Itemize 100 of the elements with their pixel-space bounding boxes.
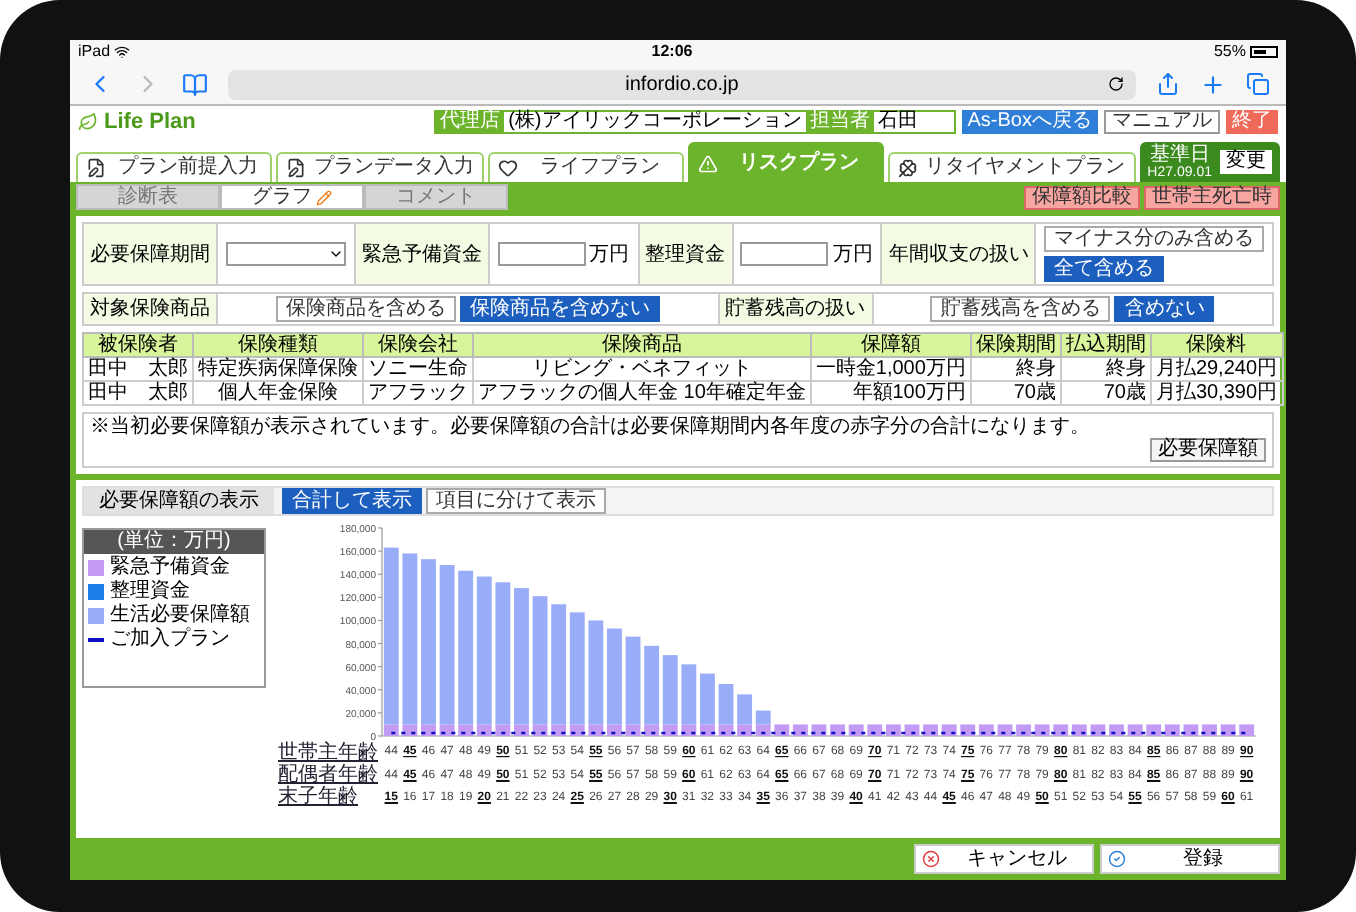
table-cell: 70歳 <box>1060 381 1151 405</box>
agency-name: (株)アイリックコーポレーション <box>506 112 804 132</box>
bar <box>1183 724 1199 736</box>
bookmarks-icon[interactable] <box>182 71 208 97</box>
table-cell: 終身 <box>1060 357 1151 381</box>
column-header: 保険商品 <box>473 333 811 357</box>
legend-label: 緊急予備資金 <box>110 558 230 578</box>
table-cell: リビング・ベネフィット <box>473 357 811 381</box>
change-button[interactable]: 変更 <box>1219 150 1272 174</box>
display-mode-label: 必要保障額の表示 <box>84 488 274 514</box>
compare-button[interactable]: 世帯主死亡時 <box>1144 186 1280 210</box>
legend-title: (単位：万円) <box>84 530 264 554</box>
bar <box>1016 724 1031 736</box>
column-header: 保険料 <box>1150 333 1283 357</box>
field-label: 緊急予備資金 <box>355 224 490 284</box>
option-button[interactable]: 含めない <box>1114 296 1215 322</box>
table-cell: アフラックの個人年金 10年確定年金 <box>473 381 811 405</box>
close-icon <box>922 850 940 868</box>
sub-tab[interactable]: グラフ <box>220 184 364 210</box>
field-label: 必要保障期間 <box>84 224 218 284</box>
amount-input[interactable] <box>497 242 586 266</box>
clock-time: 12:06 <box>651 40 693 64</box>
table-cell: 田中 太郎 <box>83 381 193 405</box>
age-row-label: 配偶者年齢 <box>278 765 380 785</box>
document-pencil-icon <box>86 158 106 178</box>
table-cell: アフラック <box>363 381 473 405</box>
bar <box>1034 724 1050 736</box>
option-button[interactable]: マイナス分のみ含める <box>1044 226 1265 252</box>
bar <box>811 724 827 736</box>
bar <box>1202 724 1217 736</box>
leaf-logo-icon <box>78 112 98 132</box>
table-cell: 年額100万円 <box>810 381 971 405</box>
unit-label: 万円 <box>832 241 873 269</box>
table-cell: 終身 <box>970 357 1061 381</box>
header-button[interactable]: マニュアル <box>1104 110 1220 134</box>
tabs-icon[interactable] <box>1246 72 1270 96</box>
legend-label: 整理資金 <box>110 582 190 602</box>
option-button[interactable]: 合計して表示 <box>282 488 422 514</box>
age-row-label: 世帯主年齢 <box>278 742 378 764</box>
column-header: 保険会社 <box>363 333 473 357</box>
cancel-button[interactable]: キャンセル <box>914 844 1094 874</box>
option-button[interactable]: 項目に分けて表示 <box>426 488 606 514</box>
bar <box>1109 724 1124 736</box>
column-header: 払込期間 <box>1060 333 1151 357</box>
pencil-icon <box>316 189 332 205</box>
table-cell: 一時金1,000万円 <box>810 357 971 381</box>
column-header: 被保険者 <box>83 333 193 357</box>
option-button[interactable]: 保険商品を含めない <box>459 296 660 322</box>
save-button[interactable]: 登録 <box>1100 844 1280 874</box>
caret-icon <box>327 246 344 262</box>
legend-label: 生活必要保障額 <box>110 606 250 626</box>
staff-label: 担当者 <box>805 112 874 132</box>
table-cell: 月払30,390円 <box>1150 381 1283 405</box>
wifi-icon <box>114 44 131 60</box>
app-logo: Life Plan <box>104 107 196 138</box>
bar <box>1220 724 1236 736</box>
table-cell: 個人年金保険 <box>193 381 363 405</box>
note-text: ※当初必要保障額が表示されています。必要保障額の合計は必要保障期間内各年度の赤字分の合計になります。 <box>90 418 1092 438</box>
field-label: 整理資金 <box>639 224 733 284</box>
reload-icon[interactable] <box>1108 76 1124 92</box>
unit-label: 万円 <box>589 241 630 269</box>
device-name: iPad <box>78 40 111 64</box>
bar <box>1239 724 1255 736</box>
field-label: 貯蓄残高の扱い <box>719 294 873 324</box>
legend-label: ご加入プラン <box>110 630 230 650</box>
table-cell: 70歳 <box>970 381 1061 405</box>
address-bar[interactable]: infordio.co.jp <box>228 69 1136 99</box>
battery-percent: 55% <box>1213 40 1246 64</box>
nav-tab[interactable]: リタイヤメントプラン <box>887 152 1136 182</box>
bar <box>1127 724 1143 736</box>
age-row-label: 末子年齢 <box>278 787 358 807</box>
compare-button[interactable]: 保障額比較 <box>1024 186 1140 210</box>
warning-icon <box>697 153 718 173</box>
heart-icon <box>497 158 518 178</box>
nav-tab[interactable]: ライフプラン <box>487 152 684 182</box>
table-cell: 特定疾病保障保険 <box>193 357 363 381</box>
required-amount-button[interactable]: 必要保障額 <box>1150 438 1266 462</box>
check-icon <box>1108 850 1126 868</box>
column-header: 保障額 <box>810 333 971 357</box>
staff-name: 石田 <box>875 112 920 132</box>
base-date-label: 基準日 <box>1149 145 1210 165</box>
column-header: 保険種類 <box>193 333 363 357</box>
share-icon[interactable] <box>1156 72 1180 96</box>
bar <box>997 724 1013 736</box>
document-pencil-icon <box>285 158 306 178</box>
table-cell: 月払29,240円 <box>1150 357 1283 381</box>
option-button[interactable]: 全て含める <box>1044 256 1165 282</box>
header-button[interactable]: As-Boxへ戻る <box>961 110 1098 134</box>
column-header: 保険期間 <box>970 333 1061 357</box>
bar <box>923 724 938 736</box>
new-tab-icon[interactable] <box>1200 71 1226 97</box>
table-cell: ソニー生命 <box>363 357 473 381</box>
nav-tab[interactable]: プランデータ入力 <box>275 152 484 182</box>
option-button[interactable]: 貯蓄残高を含める <box>930 296 1111 322</box>
nav-tab[interactable]: プラン前提入力 <box>76 152 272 182</box>
option-button[interactable]: 保険商品を含める <box>275 296 456 322</box>
select-field[interactable] <box>225 242 346 266</box>
field-label: 対象保険商品 <box>84 294 218 324</box>
field-label: 年間収支の扱い <box>882 224 1037 284</box>
amount-input[interactable] <box>740 242 829 266</box>
